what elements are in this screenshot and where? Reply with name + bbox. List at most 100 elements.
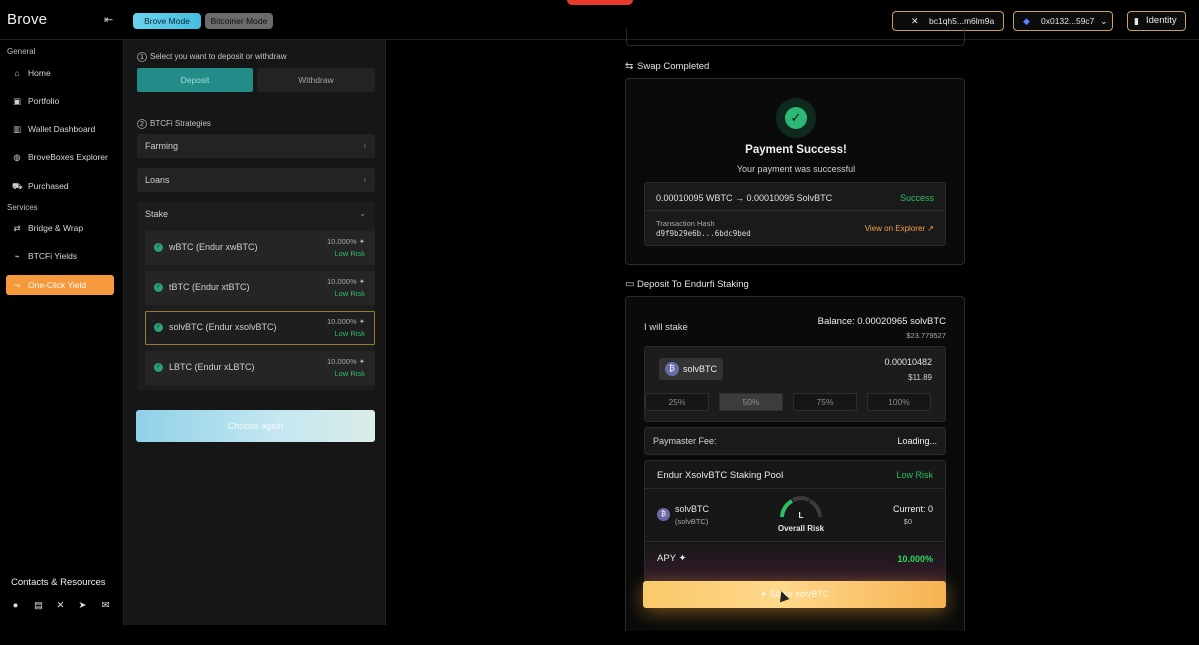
sidebar-item-btcfi-yields[interactable]: ⌁ BTCFi Yields: [6, 246, 114, 266]
stake-amount-input[interactable]: ₿ solvBTC 0.00010482 $11.89 25% 50% 75% …: [644, 346, 946, 422]
apy-label: APY ✦: [657, 553, 686, 564]
solvbtc-token-icon: ₿: [665, 362, 679, 376]
option-name: solvBTC (Endur xsolvBTC): [169, 322, 277, 332]
option-apy-value: 10.000%: [327, 317, 357, 326]
services-section-label: Services: [7, 203, 38, 212]
chevron-down-icon: ⌄: [1100, 16, 1108, 26]
gauge-letter: L: [799, 511, 804, 520]
brove-mode-button[interactable]: Brove Mode: [133, 13, 201, 29]
token-selector[interactable]: ₿ solvBTC: [659, 358, 723, 380]
stake-button[interactable]: ✦ Stake solvBTC: [643, 581, 946, 608]
check-icon: ✓: [154, 243, 163, 252]
paymaster-fee-value: Loading...: [897, 436, 937, 446]
eth-wallet-button[interactable]: ◆ 0x0132...59c7 ⌄: [1013, 11, 1113, 31]
pool-token: solvBTC: [675, 504, 710, 514]
loans-accordion[interactable]: Loans ›: [137, 168, 375, 192]
option-name: LBTC (Endur xLBTC): [169, 362, 255, 372]
tx-status: Success: [899, 193, 934, 203]
sidebar-item-purchased[interactable]: ⛟ Purchased: [6, 176, 114, 196]
option-risk: Low Risk: [334, 289, 365, 298]
sidebar-item-label: Purchased: [28, 181, 69, 191]
stake-option-lbtc[interactable]: ✓ LBTC (Endur xLBTC) 10.000% ✦ Low Risk: [145, 351, 375, 385]
choose-again-button[interactable]: Choose again: [136, 410, 375, 442]
check-icon: ✓: [154, 283, 163, 292]
withdraw-tab[interactable]: Withdraw: [257, 68, 375, 92]
sparkle-icon: ✦: [358, 357, 365, 366]
bitcoiner-mode-button[interactable]: Bitcoiner Mode: [205, 13, 273, 29]
sparkle-icon: ✦: [358, 237, 365, 246]
pool-name: Endur XsolvBTC Staking Pool: [657, 470, 784, 481]
sidebar-collapse-icon[interactable]: ⇤: [104, 14, 116, 26]
chevron-right-icon: ›: [363, 141, 366, 150]
home-icon: ⌂: [14, 68, 20, 78]
sidebar-item-label: One-Click Yield: [28, 280, 87, 290]
sidebar-item-one-click-yield[interactable]: ⤳ One-Click Yield: [6, 275, 114, 295]
bridge-icon: ⇄: [13, 223, 21, 233]
github-icon[interactable]: ●: [10, 600, 21, 611]
contacts-heading: Contacts & Resources: [11, 577, 106, 588]
step-number: 2: [137, 119, 147, 129]
sidebar-item-label: Bridge & Wrap: [28, 223, 84, 233]
tx-hash: d9f9b29e6b...6bdc9bed: [656, 229, 751, 238]
option-apy: 10.000% ✦: [327, 237, 365, 246]
sidebar-item-home[interactable]: ⌂ Home: [6, 63, 114, 83]
sparkle-icon: ✦: [358, 277, 365, 286]
paymaster-fee-label: Paymaster Fee:: [653, 436, 717, 446]
book-icon[interactable]: ▤: [33, 600, 44, 611]
divider: [645, 210, 945, 211]
tx-summary: 0.00010095 WBTC → 0.00010095 SolvBTC: [656, 193, 833, 203]
percent-100-button[interactable]: 100%: [867, 393, 931, 411]
percent-50-button[interactable]: 50%: [719, 393, 783, 411]
payment-subtitle: Your payment was successful: [736, 164, 856, 174]
id-card-icon: ▮: [1134, 16, 1139, 26]
yield-icon: ⌁: [14, 251, 20, 261]
stake-accordion[interactable]: Stake ⌄: [137, 202, 375, 226]
view-on-explorer-link[interactable]: View on Explorer ↗: [865, 224, 934, 233]
option-apy-value: 10.000%: [327, 357, 357, 366]
current-stake: Current: 0: [892, 504, 933, 514]
sidebar-item-wallet-dashboard[interactable]: ▥ Wallet Dashboard: [6, 119, 114, 139]
current-usd: $0: [903, 517, 912, 526]
percent-75-button[interactable]: 75%: [793, 393, 857, 411]
step-1-label: 1 Select you want to deposit or withdraw: [137, 52, 287, 62]
risk-gauge-icon: L: [780, 496, 822, 520]
option-apy-value: 10.000%: [327, 277, 357, 286]
amount-value[interactable]: 0.00010482: [884, 357, 932, 367]
deposit-tab[interactable]: Deposit: [137, 68, 253, 92]
identity-button[interactable]: ▮ Identity: [1127, 11, 1186, 31]
stake-option-tbtc[interactable]: ✓ tBTC (Endur xtBTC) 10.000% ✦ Low Risk: [145, 271, 375, 305]
card-icon: ▭: [625, 279, 635, 290]
option-name: wBTC (Endur xwBTC): [169, 242, 258, 252]
sidebar-item-broveboxes-explorer[interactable]: ◍ BroveBoxes Explorer: [6, 147, 114, 167]
chart-icon: ▥: [12, 124, 22, 134]
sidebar-item-label: BTCFi Yields: [28, 251, 78, 261]
brand-logo[interactable]: Brove: [7, 11, 47, 28]
option-risk: Low Risk: [334, 329, 365, 338]
sidebar: General ⌂ Home ▣ Portfolio ▥ Wallet Dash…: [0, 40, 123, 645]
percent-25-button[interactable]: 25%: [645, 393, 709, 411]
swap-completed-title: ⇆ Swap Completed: [625, 61, 709, 72]
accordion-label: Farming: [145, 141, 179, 151]
mail-icon[interactable]: ✉: [100, 600, 111, 611]
option-risk: Low Risk: [334, 369, 365, 378]
tx-hash-label: Transaction Hash: [656, 219, 715, 228]
x-icon[interactable]: ✕: [55, 600, 66, 611]
identity-label: Identity: [1146, 15, 1177, 26]
check-icon: ✓: [154, 363, 163, 372]
payment-success-card: ✓ Payment Success! Your payment was succ…: [625, 78, 965, 265]
telegram-icon[interactable]: ➤: [77, 600, 88, 611]
sparkle-icon: ✦: [678, 553, 687, 564]
payment-title: Payment Success!: [745, 144, 847, 156]
sidebar-item-portfolio[interactable]: ▣ Portfolio: [6, 91, 114, 111]
success-badge: ✓: [776, 98, 816, 138]
stake-option-solvbtc[interactable]: ✓ solvBTC (Endur xsolvBTC) 10.000% ✦ Low…: [145, 311, 375, 345]
stake-option-wbtc[interactable]: ✓ wBTC (Endur xwBTC) 10.000% ✦ Low Risk: [145, 231, 375, 265]
wallet-logo-icon: ◆: [1023, 16, 1030, 26]
sidebar-item-bridge-wrap[interactable]: ⇄ Bridge & Wrap: [6, 218, 114, 238]
apy-value: 10.000%: [897, 554, 933, 564]
farming-accordion[interactable]: Farming ›: [137, 134, 375, 158]
step-text: BTCFi Strategies: [150, 119, 211, 128]
pool-details: Endur XsolvBTC Staking Pool Low Risk ₿ s…: [644, 460, 946, 590]
top-indicator: [567, 0, 633, 5]
sidebar-item-label: Portfolio: [28, 96, 60, 106]
